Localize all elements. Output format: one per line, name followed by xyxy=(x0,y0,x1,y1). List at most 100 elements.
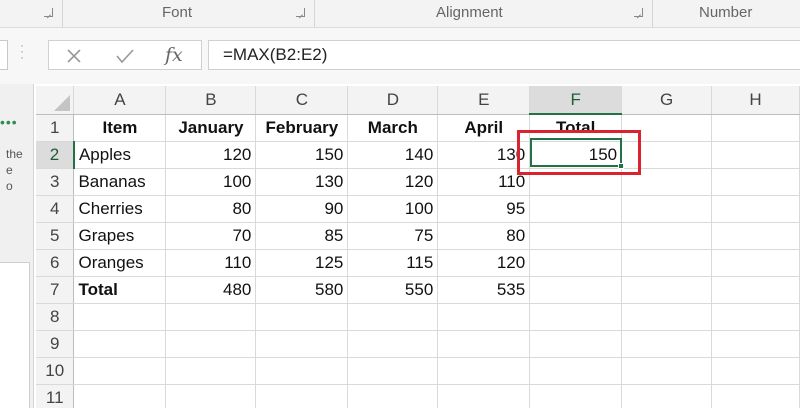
cell-b8[interactable] xyxy=(165,303,257,331)
cell-f8[interactable] xyxy=(529,303,623,331)
cell-f3[interactable] xyxy=(529,168,623,196)
cell-g8[interactable] xyxy=(621,303,713,331)
row-header-7[interactable]: 7 xyxy=(36,276,75,304)
cell-a1[interactable]: Item xyxy=(73,114,167,142)
cell-c8[interactable] xyxy=(255,303,349,331)
cell-c5[interactable]: 85 xyxy=(255,222,349,250)
cell-b10[interactable] xyxy=(165,357,257,385)
formula-input[interactable]: =MAX(B2:E2) xyxy=(208,40,800,70)
row-header-11[interactable]: 11 xyxy=(36,384,75,408)
column-header-h[interactable]: H xyxy=(711,86,800,115)
cell-e8[interactable] xyxy=(437,303,531,331)
cell-b4[interactable]: 80 xyxy=(165,195,257,223)
cell-c11[interactable] xyxy=(255,384,349,408)
cell-g9[interactable] xyxy=(621,330,713,358)
cell-e2[interactable]: 130 xyxy=(437,141,531,169)
cell-a11[interactable] xyxy=(73,384,167,408)
cell-c7[interactable]: 580 xyxy=(255,276,349,304)
column-header-d[interactable]: D xyxy=(347,86,439,115)
cell-h4[interactable] xyxy=(711,195,800,223)
row-header-10[interactable]: 10 xyxy=(36,357,75,385)
cell-e10[interactable] xyxy=(437,357,531,385)
row-header-9[interactable]: 9 xyxy=(36,330,75,358)
cell-a6[interactable]: Oranges xyxy=(73,249,167,277)
cell-b3[interactable]: 100 xyxy=(165,168,257,196)
row-header-1[interactable]: 1 xyxy=(36,114,75,142)
cell-b6[interactable]: 110 xyxy=(165,249,257,277)
cell-h8[interactable] xyxy=(711,303,800,331)
row-header-8[interactable]: 8 xyxy=(36,303,75,331)
cell-f6[interactable] xyxy=(529,249,623,277)
cell-f9[interactable] xyxy=(529,330,623,358)
cell-g5[interactable] xyxy=(621,222,713,250)
cell-e5[interactable]: 80 xyxy=(437,222,531,250)
cell-d11[interactable] xyxy=(347,384,439,408)
cell-d6[interactable]: 115 xyxy=(347,249,439,277)
alignment-dialog-launcher-icon[interactable] xyxy=(634,8,643,17)
close-icon[interactable] xyxy=(65,43,83,71)
cell-g4[interactable] xyxy=(621,195,713,223)
cell-c6[interactable]: 125 xyxy=(255,249,349,277)
cell-d2[interactable]: 140 xyxy=(347,141,439,169)
cell-b11[interactable] xyxy=(165,384,257,408)
cell-f5[interactable] xyxy=(529,222,623,250)
cell-g1[interactable] xyxy=(621,114,713,142)
cell-h5[interactable] xyxy=(711,222,800,250)
insert-function-icon[interactable]: fx xyxy=(165,44,183,66)
column-header-f[interactable]: F xyxy=(529,86,623,115)
cell-g6[interactable] xyxy=(621,249,713,277)
cell-h10[interactable] xyxy=(711,357,800,385)
cell-c1[interactable]: February xyxy=(255,114,349,142)
cell-f7[interactable] xyxy=(529,276,623,304)
cell-h2[interactable] xyxy=(711,141,800,169)
cell-a4[interactable]: Cherries xyxy=(73,195,167,223)
cell-b5[interactable]: 70 xyxy=(165,222,257,250)
cell-a8[interactable] xyxy=(73,303,167,331)
cell-h3[interactable] xyxy=(711,168,800,196)
cell-a9[interactable] xyxy=(73,330,167,358)
cell-e6[interactable]: 120 xyxy=(437,249,531,277)
cell-c10[interactable] xyxy=(255,357,349,385)
cell-h9[interactable] xyxy=(711,330,800,358)
cell-g2[interactable] xyxy=(621,141,713,169)
cell-d10[interactable] xyxy=(347,357,439,385)
cell-h1[interactable] xyxy=(711,114,800,142)
cell-c2[interactable]: 150 xyxy=(255,141,349,169)
cell-d9[interactable] xyxy=(347,330,439,358)
checkmark-icon[interactable] xyxy=(115,43,135,71)
more-options-icon[interactable]: · · · xyxy=(20,39,24,63)
cell-a10[interactable] xyxy=(73,357,167,385)
cell-d5[interactable]: 75 xyxy=(347,222,439,250)
cell-h6[interactable] xyxy=(711,249,800,277)
cell-d1[interactable]: March xyxy=(347,114,439,142)
cell-a3[interactable]: Bananas xyxy=(73,168,167,196)
cell-f11[interactable] xyxy=(529,384,623,408)
cell-g7[interactable] xyxy=(621,276,713,304)
select-all-button[interactable] xyxy=(36,86,75,115)
column-header-b[interactable]: B xyxy=(165,86,257,115)
cell-g3[interactable] xyxy=(621,168,713,196)
cell-a5[interactable]: Grapes xyxy=(73,222,167,250)
column-header-a[interactable]: A xyxy=(73,86,167,115)
cell-d3[interactable]: 120 xyxy=(347,168,439,196)
cell-f4[interactable] xyxy=(529,195,623,223)
cell-e11[interactable] xyxy=(437,384,531,408)
cell-h7[interactable] xyxy=(711,276,800,304)
cell-e3[interactable]: 110 xyxy=(437,168,531,196)
row-header-4[interactable]: 4 xyxy=(36,195,75,223)
cell-g10[interactable] xyxy=(621,357,713,385)
cell-e9[interactable] xyxy=(437,330,531,358)
cell-c3[interactable]: 130 xyxy=(255,168,349,196)
row-header-2[interactable]: 2 xyxy=(36,141,75,169)
cell-c9[interactable] xyxy=(255,330,349,358)
column-header-e[interactable]: E xyxy=(437,86,531,115)
cell-g11[interactable] xyxy=(621,384,713,408)
row-header-3[interactable]: 3 xyxy=(36,168,75,196)
name-box[interactable] xyxy=(0,40,8,70)
cell-e7[interactable]: 535 xyxy=(437,276,531,304)
cell-h11[interactable] xyxy=(711,384,800,408)
cell-b7[interactable]: 480 xyxy=(165,276,257,304)
cell-d7[interactable]: 550 xyxy=(347,276,439,304)
cell-f1[interactable]: Total xyxy=(529,114,623,142)
cell-f2-active[interactable]: 150 xyxy=(529,141,623,169)
